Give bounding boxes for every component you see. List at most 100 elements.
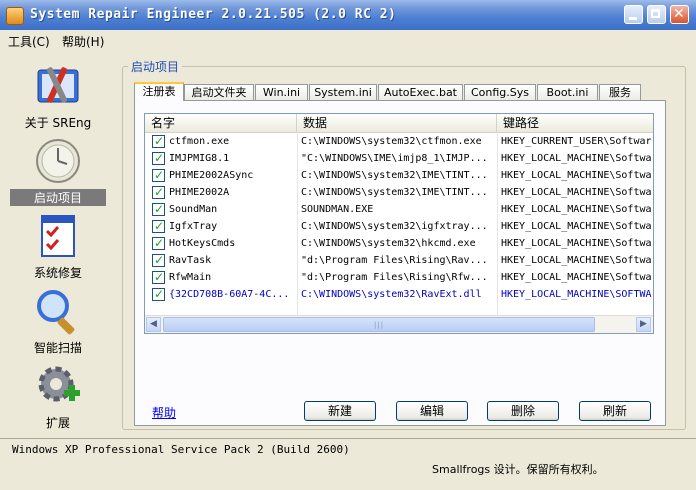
row-checkbox[interactable]: ✓ xyxy=(152,185,165,199)
maximize-button[interactable] xyxy=(647,5,666,24)
cell-key: HKEY_LOCAL_MACHINE\Softwa xyxy=(501,187,652,198)
cell-key: HKEY_LOCAL_MACHINE\Softwa xyxy=(501,221,652,232)
gear-plus-icon xyxy=(34,362,82,410)
cell-data: SOUNDMAN.EXE xyxy=(301,204,374,215)
checkmark-icon: ✓ xyxy=(154,219,165,233)
toolbox-icon xyxy=(34,62,82,110)
cell-data: C:\WINDOWS\system32\RavExt.dll xyxy=(301,289,482,300)
cell-key: HKEY_LOCAL_MACHINE\Softwa xyxy=(501,204,652,215)
checkmark-icon: ✓ xyxy=(154,134,165,148)
cell-data: C:\WINDOWS\system32\IME\TINT... xyxy=(301,170,488,181)
minimize-icon xyxy=(629,17,637,20)
cell-name: RfwMain xyxy=(169,272,212,283)
groupbox-title: 启动项目 xyxy=(128,58,183,75)
cell-key: HKEY_LOCAL_MACHINE\SOFTWA xyxy=(501,289,652,300)
column-header-data[interactable]: 数据 xyxy=(297,114,497,132)
cell-name: RavTask xyxy=(169,255,212,266)
cell-name: {32CD708B-60A7-4C... xyxy=(169,289,290,300)
scroll-right-button[interactable]: ▶ xyxy=(636,317,651,332)
table-row[interactable]: ✓ ctfmon.exe C:\WINDOWS\system32\ctfmon.ex… xyxy=(145,133,653,150)
row-checkbox[interactable]: ✓ xyxy=(152,219,165,233)
tab-startup-folder[interactable]: 启动文件夹 xyxy=(184,84,254,100)
refresh-button[interactable]: 刷新 xyxy=(579,401,651,421)
checkmark-icon: ✓ xyxy=(154,202,165,216)
sidebar-item-label: 扩展 xyxy=(45,416,70,430)
cell-name: PHIME2002A xyxy=(169,187,230,198)
sidebar-item-smart-scan[interactable]: 智能扫描 xyxy=(10,287,106,356)
window-title: System Repair Engineer 2.0.21.505 (2.0 R… xyxy=(30,7,397,22)
edit-button[interactable]: 编辑 xyxy=(396,401,468,421)
new-button[interactable]: 新建 xyxy=(304,401,376,421)
checkmark-icon: ✓ xyxy=(154,185,165,199)
magnifier-icon xyxy=(34,287,82,335)
copyright-text: Smallfrogs 设计。保留所有权利。 xyxy=(432,463,604,476)
column-header-key[interactable]: 键路径 xyxy=(497,114,653,132)
horizontal-scrollbar[interactable]: ◀ ||| ▶ xyxy=(145,315,653,333)
cell-key: HKEY_LOCAL_MACHINE\Softwa xyxy=(501,272,652,283)
row-checkbox[interactable]: ✓ xyxy=(152,202,165,216)
close-icon: ✕ xyxy=(673,6,685,22)
maximize-icon xyxy=(651,9,660,18)
table-row[interactable]: ✓ IMJPMIG8.1 "C:\WINDOWS\IME\imjp8_1\IMJP.… xyxy=(145,150,653,167)
column-header-name[interactable]: 名字 xyxy=(145,114,297,132)
table-row[interactable]: ✓ PHIME2002ASync C:\WINDOWS\system32\IME\T… xyxy=(145,167,653,184)
row-checkbox[interactable]: ✓ xyxy=(152,134,165,148)
cell-key: HKEY_CURRENT_USER\Softwar xyxy=(501,136,652,147)
row-checkbox[interactable]: ✓ xyxy=(152,151,165,165)
row-checkbox[interactable]: ✓ xyxy=(152,253,165,267)
table-row[interactable]: ✓ HotKeysCmds C:\WINDOWS\system32\hkcmd.ex… xyxy=(145,235,653,252)
cell-key: HKEY_LOCAL_MACHINE\Softwa xyxy=(501,153,652,164)
close-button[interactable]: ✕ xyxy=(670,5,689,24)
minimize-button[interactable] xyxy=(624,5,643,24)
table-row[interactable]: ✓ PHIME2002A C:\WINDOWS\system32\IME\TINT.… xyxy=(145,184,653,201)
menu-help[interactable]: 帮助(H) xyxy=(62,33,104,50)
sidebar-item-label-text: 启动项目 xyxy=(33,191,82,205)
cell-data: "C:\WINDOWS\IME\imjp8_1\IMJP... xyxy=(301,153,488,164)
cell-name: SoundMan xyxy=(169,204,218,215)
clock-icon xyxy=(34,137,82,185)
os-version-text: Windows XP Professional Service Pack 2 (… xyxy=(12,443,350,456)
row-checkbox[interactable]: ✓ xyxy=(152,168,165,182)
cell-data: C:\WINDOWS\system32\IME\TINT... xyxy=(301,187,488,198)
tab-autoexec-bat[interactable]: AutoExec.bat xyxy=(378,84,463,100)
app-icon[interactable] xyxy=(6,7,24,25)
title-bar[interactable]: System Repair Engineer 2.0.21.505 (2.0 R… xyxy=(0,0,696,30)
cell-data: C:\WINDOWS\system32\ctfmon.exe xyxy=(301,136,482,147)
sidebar-item-label: 关于 SREng xyxy=(24,116,92,130)
sidebar-item-about[interactable]: 关于 SREng xyxy=(10,62,106,131)
sidebar-item-label: 智能扫描 xyxy=(33,341,82,355)
checkmark-icon: ✓ xyxy=(154,287,165,301)
menu-tools[interactable]: 工具(C) xyxy=(8,33,50,50)
cell-key: HKEY_LOCAL_MACHINE\Softwa xyxy=(501,170,652,181)
checklist-icon xyxy=(34,212,82,260)
sidebar-item-extension[interactable]: 扩展 xyxy=(10,362,106,431)
checkmark-icon: ✓ xyxy=(154,168,165,182)
checkmark-icon: ✓ xyxy=(154,236,165,250)
tab-registry[interactable]: 注册表 xyxy=(134,82,184,101)
help-link[interactable]: 帮助 xyxy=(152,404,176,421)
sidebar: 关于 SREng 启动项目 系统修复 智能扫描 扩展 xyxy=(0,52,118,432)
tab-config-sys[interactable]: Config.Sys xyxy=(464,84,536,100)
checkmark-icon: ✓ xyxy=(154,253,165,267)
registry-list[interactable]: 名字 数据 键路径 ✓ ctfmon.exe C:\WINDOWS\system32… xyxy=(144,113,654,334)
table-row[interactable]: ✓ IgfxTray C:\WINDOWS\system32\igfxtray...… xyxy=(145,218,653,235)
tab-services[interactable]: 服务 xyxy=(599,84,641,100)
row-checkbox[interactable]: ✓ xyxy=(152,270,165,284)
tab-win-ini[interactable]: Win.ini xyxy=(255,84,308,100)
tab-system-ini[interactable]: System.ini xyxy=(309,84,377,100)
tab-boot-ini[interactable]: Boot.ini xyxy=(537,84,598,100)
table-row[interactable]: ✓ SoundMan SOUNDMAN.EXE HKEY_LOCAL_MACHINE\… xyxy=(145,201,653,218)
delete-button[interactable]: 删除 xyxy=(487,401,559,421)
sidebar-item-system-repair[interactable]: 系统修复 xyxy=(10,212,106,281)
table-row[interactable]: ✓ RfwMain "d:\Program Files\Rising\Rfw... H… xyxy=(145,269,653,286)
row-checkbox[interactable]: ✓ xyxy=(152,287,165,301)
row-checkbox[interactable]: ✓ xyxy=(152,236,165,250)
scroll-thumb[interactable]: ||| xyxy=(163,317,595,332)
cell-key: HKEY_LOCAL_MACHINE\Softwa xyxy=(501,255,652,266)
sidebar-item-startup[interactable]: 启动项目 xyxy=(10,137,106,206)
checkmark-icon: ✓ xyxy=(154,151,165,165)
table-row[interactable]: ✓ {32CD708B-60A7-4C... C:\WINDOWS\system32… xyxy=(145,286,653,303)
table-row[interactable]: ✓ RavTask "d:\Program Files\Rising\Rav... H… xyxy=(145,252,653,269)
scroll-left-button[interactable]: ◀ xyxy=(146,317,161,332)
cell-data: C:\WINDOWS\system32\igfxtray... xyxy=(301,221,488,232)
